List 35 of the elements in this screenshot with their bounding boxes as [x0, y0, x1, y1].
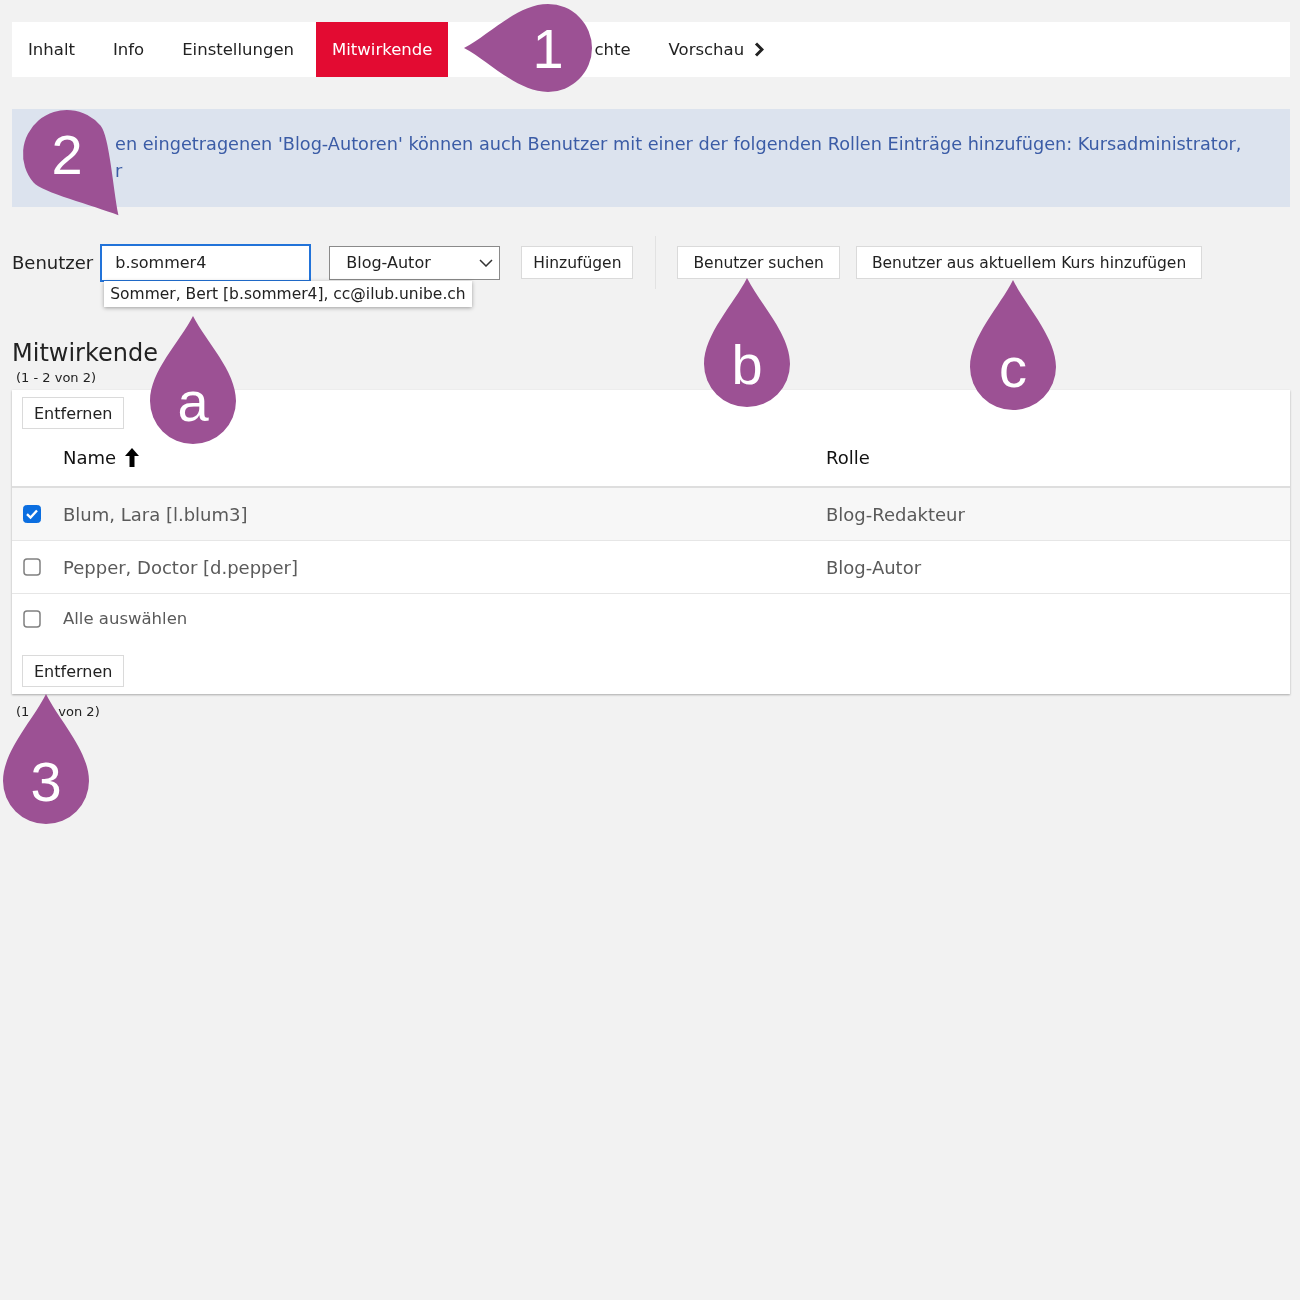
table-cell: Pepper, Doctor [d.pepper] [63, 556, 299, 578]
table-cell: Blum, Lara [l.blum3] [63, 503, 248, 525]
column-header[interactable]: Name [63, 447, 140, 468]
pagination-range: (1 [16, 704, 30, 720]
select-all-checkbox[interactable] [23, 609, 41, 628]
user-input-field[interactable]: b.sommer4 [100, 243, 312, 282]
table-cell: Blog-Autor [826, 556, 922, 578]
section-title: Mitwirkende [12, 338, 158, 368]
tab[interactable]: Inhalt [12, 22, 91, 77]
tab[interactable]: chte [592, 22, 647, 77]
add-from-course-button[interactable]: Benutzer aus aktuellem Kurs hinzufügen [855, 246, 1203, 279]
callout-marker: 1 [463, 3, 593, 93]
pagination-range: (1 - 2 von 2) [16, 370, 97, 386]
select-all-label[interactable]: Alle auswählen [63, 609, 188, 628]
role-select[interactable]: Blog-Autor [329, 245, 501, 280]
callout-marker: c [969, 279, 1057, 411]
callout-marker: b [703, 277, 791, 408]
info-text: en eingetragenen 'Blog-Autoren' können auch Benutzer mit einer der folgenden Rollen Einträge hinzufügen: Kursadministrator, [115, 133, 1242, 156]
remove-button[interactable]: Entfernen [22, 397, 125, 429]
autocomplete-suggestion[interactable]: Sommer, Bert [b.sommer4], cc@ilub.unibe.ch [104, 280, 472, 307]
remove-button[interactable]: Entfernen [22, 655, 125, 687]
tab[interactable]: Mitwirkende [316, 22, 449, 77]
tab[interactable]: Einstellungen [166, 22, 311, 77]
info-text: r [115, 160, 123, 183]
row-checkbox[interactable] [23, 505, 41, 523]
tab[interactable]: Vorschau [652, 22, 781, 77]
pagination-range: von 2) [58, 704, 100, 720]
add-button[interactable]: Hinzufügen [521, 246, 634, 279]
search-users-button[interactable]: Benutzer suchen [677, 246, 840, 279]
row-checkbox[interactable] [23, 558, 41, 576]
chevron-down-icon [479, 258, 494, 267]
column-header[interactable]: Rolle [826, 447, 870, 468]
table-cell: Blog-Redakteur [826, 503, 965, 525]
user-label: Benutzer [12, 252, 94, 273]
tab[interactable]: Info [96, 22, 161, 77]
